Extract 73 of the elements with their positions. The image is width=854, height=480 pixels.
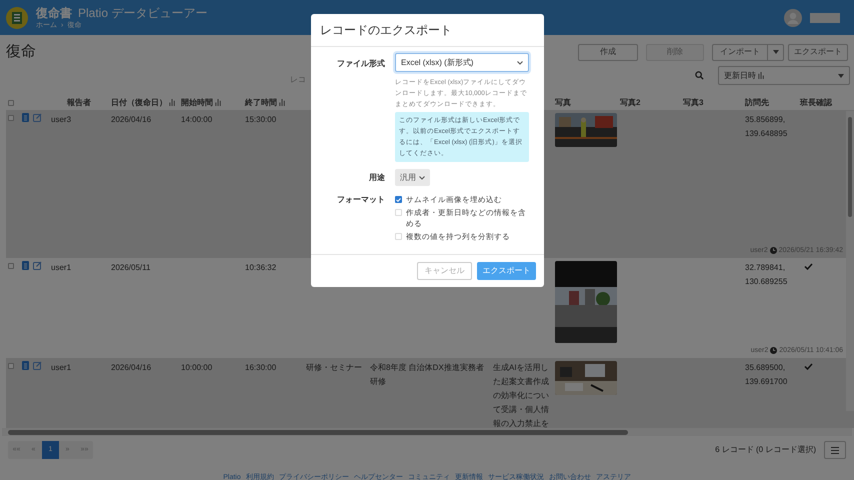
- horizontal-scrollbar[interactable]: [2, 428, 852, 436]
- table-cell-text: user1: [51, 362, 72, 374]
- app-title: 復命書: [36, 6, 72, 18]
- table-cell-text: 35.856899, 139.648895: [745, 114, 788, 140]
- table-cell-text: 32.789841, 130.689255: [745, 262, 788, 288]
- export-button[interactable]: エクスポート: [788, 44, 848, 60]
- table-cell-text: 10:36:32: [245, 262, 278, 274]
- table-cell-text: 2026/05/11: [111, 262, 152, 274]
- menu-button[interactable]: [824, 441, 846, 459]
- column-header[interactable]: 班長確認: [800, 96, 832, 108]
- checkbox[interactable]: [395, 209, 402, 216]
- edit-icon[interactable]: [33, 113, 42, 122]
- page-title: 復命: [6, 42, 36, 62]
- table-cell-text: 10:00:00: [181, 362, 214, 374]
- table-cell-text: user3: [51, 114, 72, 126]
- app-logo-icon: [6, 6, 28, 28]
- table-cell-text: 生成AIを活用した起案文書作成の効率化について受講・個人情報の入力禁止を: [493, 362, 550, 428]
- avatar-icon[interactable]: [784, 8, 802, 26]
- column-header[interactable]: 写真2: [620, 96, 640, 108]
- redacted-name: [810, 12, 840, 22]
- table-cell-text: 15:30:00: [245, 114, 278, 126]
- sort-icon[interactable]: [169, 99, 176, 106]
- row-checkbox[interactable]: [8, 363, 14, 369]
- table-cell-text: 16:30:00: [245, 362, 278, 374]
- table-cell-text: 2026/04/16: [111, 114, 152, 126]
- dialog-title: レコードのエクスポート: [320, 22, 452, 39]
- table-cell-text: user1: [51, 262, 72, 274]
- record-count: 6 レコード (0 レコード選択): [715, 444, 816, 456]
- menu-icon: [831, 446, 839, 454]
- column-header[interactable]: 日付（復命日）: [111, 96, 167, 108]
- import-button[interactable]: インポート: [712, 44, 768, 60]
- table-cell-text: 35.689500, 139.691700: [745, 362, 788, 388]
- search-icon[interactable]: [695, 71, 704, 80]
- field-label: ファイル形式: [337, 59, 385, 68]
- column-header[interactable]: 訪問先: [745, 96, 769, 108]
- column-header[interactable]: 開始時間: [181, 96, 213, 108]
- column-header[interactable]: 報告者: [67, 96, 91, 108]
- document-icon[interactable]: [22, 361, 29, 370]
- checkbox[interactable]: [395, 233, 402, 240]
- chevron-icon: [419, 176, 425, 180]
- app-subtitle: Platio データビューアー: [78, 6, 208, 18]
- file-format-select[interactable]: Excel (xlsx) (新形式): [395, 53, 529, 72]
- table-cell-text: 14:00:00: [181, 114, 214, 126]
- sort-icon[interactable]: [279, 99, 286, 106]
- edit-icon[interactable]: [33, 361, 42, 370]
- clock-icon: [770, 347, 778, 354]
- column-header[interactable]: 写真: [555, 96, 571, 108]
- caret-icon: [838, 74, 844, 78]
- document-icon[interactable]: [22, 113, 29, 122]
- document-icon[interactable]: [22, 261, 29, 270]
- clock-icon: [770, 247, 777, 254]
- row-checkbox[interactable]: [8, 115, 14, 121]
- vertical-scrollbar[interactable]: [846, 111, 854, 411]
- table-cell-text: 2026/04/16: [111, 362, 152, 374]
- sort-icon[interactable]: [215, 99, 222, 106]
- sort-select[interactable]: 更新日時: [718, 66, 850, 85]
- caret-icon: [772, 50, 778, 54]
- cancel-button[interactable]: キャンセル: [417, 262, 472, 280]
- field-label: フォーマット: [337, 195, 385, 204]
- column-header[interactable]: 終了時間: [245, 96, 277, 108]
- purpose-select[interactable]: 汎用: [395, 169, 430, 186]
- select-all-checkbox[interactable]: [8, 100, 14, 106]
- edit-icon[interactable]: [33, 261, 42, 270]
- table-cell-text: 令和8年度 自治体DX推進実務者研修: [370, 362, 485, 388]
- row-checkbox[interactable]: [8, 263, 14, 269]
- sort-icon: [758, 72, 765, 79]
- export-button[interactable]: エクスポート: [477, 262, 536, 280]
- column-header[interactable]: 写真3: [683, 96, 704, 108]
- field-label: 用途: [369, 172, 385, 182]
- import-menu-button[interactable]: [768, 44, 784, 60]
- toolbar-button[interactable]: 作成: [578, 44, 638, 60]
- table-cell-text: 研修・セミナー: [306, 362, 363, 374]
- chevron-icon: [517, 60, 523, 64]
